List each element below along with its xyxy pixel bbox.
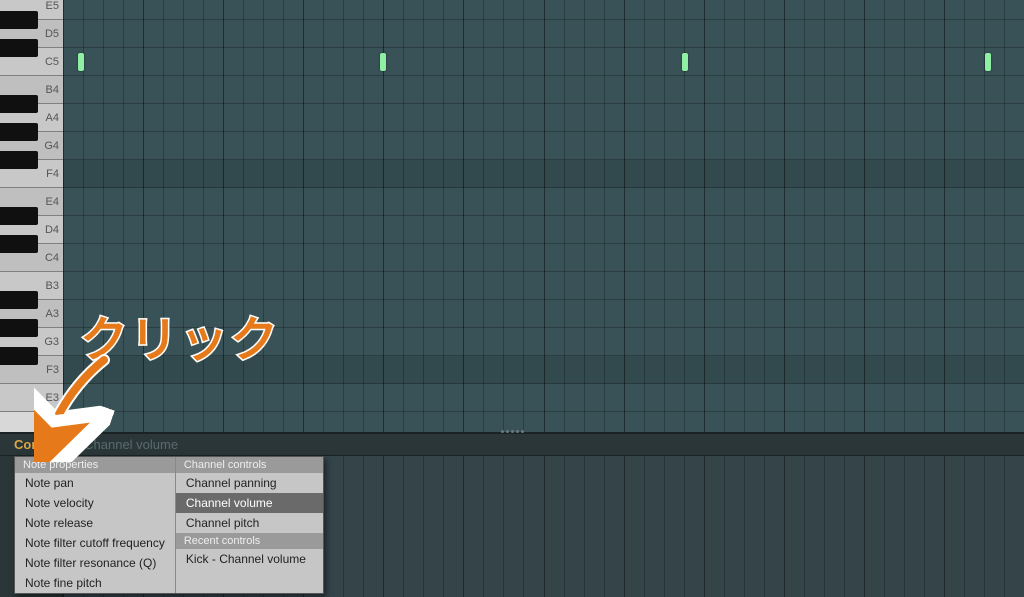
- piano-key-label: G4: [44, 140, 59, 152]
- piano-key-label: B4: [46, 84, 59, 96]
- dropdown-item[interactable]: Note release: [15, 513, 175, 533]
- midi-note[interactable]: [682, 53, 688, 71]
- piano-key-label: A3: [46, 308, 59, 320]
- midi-note[interactable]: [78, 53, 84, 71]
- midi-note[interactable]: [380, 53, 386, 71]
- piano-key-label: E5: [46, 0, 59, 12]
- piano-key-label: A4: [46, 112, 59, 124]
- piano-key-label: C5: [45, 56, 59, 68]
- control-header: Control ▼ Channel volume: [0, 434, 1024, 456]
- piano-black-key[interactable]: [0, 235, 38, 253]
- piano-key-label: E4: [46, 196, 59, 208]
- piano-key-label: F4: [46, 168, 59, 180]
- piano-black-key[interactable]: [0, 291, 38, 309]
- dropdown-item[interactable]: Channel pitch: [176, 513, 323, 533]
- dropdown-item[interactable]: Note filter cutoff frequency: [15, 533, 175, 553]
- dropdown-item[interactable]: Note velocity: [15, 493, 175, 513]
- dropdown-section-header: Channel controls: [176, 457, 323, 473]
- piano-key-label: D4: [45, 224, 59, 236]
- piano-key-label: C4: [45, 252, 59, 264]
- dropdown-item[interactable]: Note fine pitch: [15, 573, 175, 593]
- annotation-arrow-icon: [34, 352, 124, 462]
- piano-black-key[interactable]: [0, 207, 38, 225]
- dropdown-item[interactable]: Kick - Channel volume: [176, 549, 323, 569]
- piano-black-key[interactable]: [0, 11, 38, 29]
- piano-black-key[interactable]: [0, 151, 38, 169]
- piano-black-key[interactable]: [0, 39, 38, 57]
- piano-key-label: G3: [44, 336, 59, 348]
- piano-black-key[interactable]: [0, 319, 38, 337]
- dropdown-item[interactable]: Note pan: [15, 473, 175, 493]
- piano-key-label: B3: [46, 280, 59, 292]
- piano-key-label: D5: [45, 28, 59, 40]
- dropdown-section-header: Recent controls: [176, 533, 323, 549]
- dropdown-right-column: Channel controlsChannel panningChannel v…: [175, 457, 323, 593]
- dropdown-item[interactable]: Note filter resonance (Q): [15, 553, 175, 573]
- piano-black-key[interactable]: [0, 123, 38, 141]
- dropdown-item[interactable]: Channel panning: [176, 473, 323, 493]
- midi-note[interactable]: [985, 53, 991, 71]
- dropdown-left-column: Note properties Note panNote velocityNot…: [15, 457, 175, 593]
- piano-black-key[interactable]: [0, 347, 38, 365]
- piano-black-key[interactable]: [0, 95, 38, 113]
- dropdown-item[interactable]: Channel volume: [176, 493, 323, 513]
- control-dropdown-menu: Note properties Note panNote velocityNot…: [14, 456, 324, 594]
- pane-resize-handle[interactable]: [492, 430, 532, 434]
